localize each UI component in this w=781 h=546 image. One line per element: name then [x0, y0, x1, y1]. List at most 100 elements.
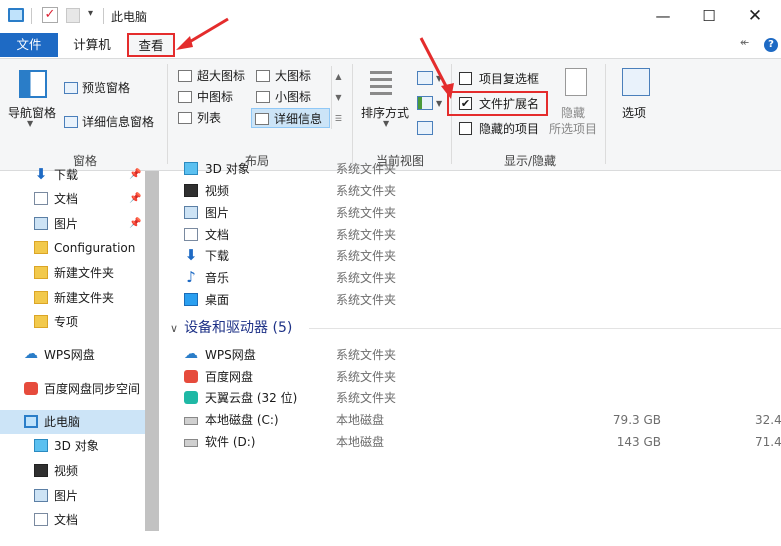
folder-icon: [34, 291, 48, 304]
layout-list[interactable]: 列表: [175, 108, 253, 128]
item-type: 系统文件夹: [336, 370, 397, 384]
list-item[interactable]: ⬇ 下载 系统文件夹: [175, 245, 781, 267]
file-extensions-checkbox[interactable]: ✔: [459, 97, 472, 110]
layout-gallery-scroll[interactable]: ▲ ▼ ☰: [331, 66, 345, 129]
nav-pane-scrollbar[interactable]: [145, 171, 159, 531]
list-item[interactable]: 天翼云盘 (32 位) 系统文件夹: [175, 387, 781, 409]
ribbon-minimize-icon[interactable]: ↞: [740, 36, 749, 49]
list-item[interactable]: 文档 系统文件夹: [175, 224, 781, 246]
sidebar-item-label: 图片: [54, 489, 79, 503]
help-icon[interactable]: ?: [764, 38, 778, 52]
list-item[interactable]: 百度网盘 系统文件夹: [175, 366, 781, 388]
drive-icon: [184, 439, 198, 447]
chevron-down-icon: ▼: [383, 119, 390, 128]
item-total: 71.4: [755, 435, 781, 449]
sidebar-item[interactable]: 图片: [0, 484, 145, 508]
options-button[interactable]: 选项: [622, 104, 646, 121]
list-item[interactable]: 软件 (D:) 本地磁盘 143 GB 71.4: [175, 431, 781, 453]
hidden-items-label[interactable]: 隐藏的项目: [479, 120, 539, 137]
sidebar-item[interactable]: 图片 📌: [0, 212, 145, 236]
layout-large-icons[interactable]: 大图标: [253, 66, 331, 86]
sort-by-icon[interactable]: [370, 68, 400, 98]
group-separator: [605, 64, 606, 164]
sidebar-item-label: WPS网盘: [44, 348, 95, 362]
chevron-down-icon[interactable]: ∨: [170, 322, 178, 335]
item-type: 系统文件夹: [336, 348, 397, 362]
list-item[interactable]: 桌面 系统文件夹: [175, 289, 781, 311]
sort-line: [370, 78, 392, 81]
sidebar-item[interactable]: ☁ WPS网盘: [0, 343, 145, 367]
list-item[interactable]: ♪ 音乐 系统文件夹: [175, 267, 781, 289]
chevron-up-icon[interactable]: ▲: [332, 66, 345, 87]
sidebar-item[interactable]: 百度网盘同步空间: [0, 377, 145, 401]
sidebar-item-label: 文档: [54, 192, 79, 206]
folder-icon: [34, 315, 48, 328]
item-type: 系统文件夹: [336, 162, 397, 176]
preview-pane-button[interactable]: 预览窗格: [82, 79, 130, 96]
new-folder-quick-icon[interactable]: [66, 8, 80, 23]
document-icon: [34, 513, 48, 526]
group-separator: [352, 64, 353, 164]
minimize-button[interactable]: —: [640, 2, 686, 30]
sort-line: [370, 92, 392, 95]
list-item[interactable]: 图片 系统文件夹: [175, 202, 781, 224]
sidebar-item[interactable]: 3D 对象: [0, 434, 145, 458]
properties-quick-icon[interactable]: ✓: [42, 7, 58, 23]
hide-selected-button[interactable]: 隐藏: [561, 104, 585, 121]
layout-details[interactable]: 详细信息: [251, 108, 330, 128]
download-icon: ⬇: [184, 246, 198, 264]
chevron-down-icon[interactable]: ▼: [436, 99, 442, 108]
item-type: 系统文件夹: [336, 249, 397, 263]
file-extensions-label[interactable]: 文件扩展名: [479, 95, 539, 112]
sidebar-item[interactable]: 文档: [0, 508, 145, 532]
chevron-down-icon[interactable]: ▼: [436, 74, 442, 83]
details-pane-button[interactable]: 详细信息窗格: [82, 113, 154, 130]
group-by-icon[interactable]: [417, 71, 433, 85]
item-name: WPS网盘: [205, 348, 256, 362]
sidebar-item-label: 图片: [54, 217, 79, 231]
devices-group-header[interactable]: ∨ 设备和驱动器 (5): [170, 318, 292, 338]
hide-selected-icon[interactable]: [565, 68, 587, 96]
add-columns-icon[interactable]: [417, 96, 433, 110]
sidebar-item[interactable]: ⬇ 下载 📌: [0, 163, 145, 187]
maximize-button[interactable]: ☐: [686, 2, 732, 30]
size-columns-to-fit-icon[interactable]: [417, 121, 433, 135]
item-name: 百度网盘: [205, 370, 254, 384]
layout-extra-large-icons[interactable]: 超大图标: [175, 66, 253, 86]
item-name: 下载: [205, 249, 230, 263]
list-item[interactable]: ☁ WPS网盘 系统文件夹: [175, 344, 781, 366]
item-checkboxes-checkbox[interactable]: [459, 72, 472, 85]
sidebar-item[interactable]: 此电脑: [0, 410, 145, 434]
sidebar-item[interactable]: 专项: [0, 310, 145, 334]
tab-view[interactable]: 查看: [127, 33, 175, 57]
sidebar-item[interactable]: 新建文件夹: [0, 286, 145, 310]
close-button[interactable]: ✕: [732, 2, 778, 30]
hide-selected-sublabel[interactable]: 所选项目: [549, 120, 597, 137]
chevron-down-icon[interactable]: ▼: [332, 87, 345, 108]
windows-drive-icon: [184, 417, 198, 425]
quick-access-dropdown-icon[interactable]: ▾: [88, 8, 93, 19]
video-icon: [34, 464, 48, 477]
list-item[interactable]: 本地磁盘 (C:) 本地磁盘 79.3 GB 32.4: [175, 409, 781, 431]
navigation-pane-icon[interactable]: [19, 70, 47, 98]
layout-medium-icons[interactable]: 中图标: [175, 87, 253, 107]
layout-small-icons[interactable]: 小图标: [253, 87, 331, 107]
sidebar-item[interactable]: 文档 📌: [0, 187, 145, 211]
tab-file[interactable]: 文件: [0, 33, 58, 57]
sidebar-item[interactable]: 新建文件夹: [0, 261, 145, 285]
sidebar-item[interactable]: 视频: [0, 459, 145, 483]
more-icon[interactable]: ☰: [332, 108, 345, 129]
hidden-items-checkbox[interactable]: [459, 122, 472, 135]
this-pc-icon: [24, 415, 38, 428]
item-checkboxes-label[interactable]: 项目复选框: [479, 70, 539, 87]
list-item[interactable]: 视频 系统文件夹: [175, 180, 781, 202]
options-icon[interactable]: [622, 68, 650, 96]
sidebar-item-label: 百度网盘同步空间: [44, 382, 141, 396]
tianyi-cloud-icon: [184, 391, 198, 404]
list-item[interactable]: 3D 对象 系统文件夹: [175, 158, 781, 180]
item-name: 天翼云盘 (32 位): [205, 391, 298, 405]
sidebar-item[interactable]: Configuration: [0, 236, 145, 260]
tab-computer[interactable]: 计算机: [63, 33, 121, 57]
title-separator: [103, 8, 104, 24]
download-icon: ⬇: [34, 165, 48, 183]
